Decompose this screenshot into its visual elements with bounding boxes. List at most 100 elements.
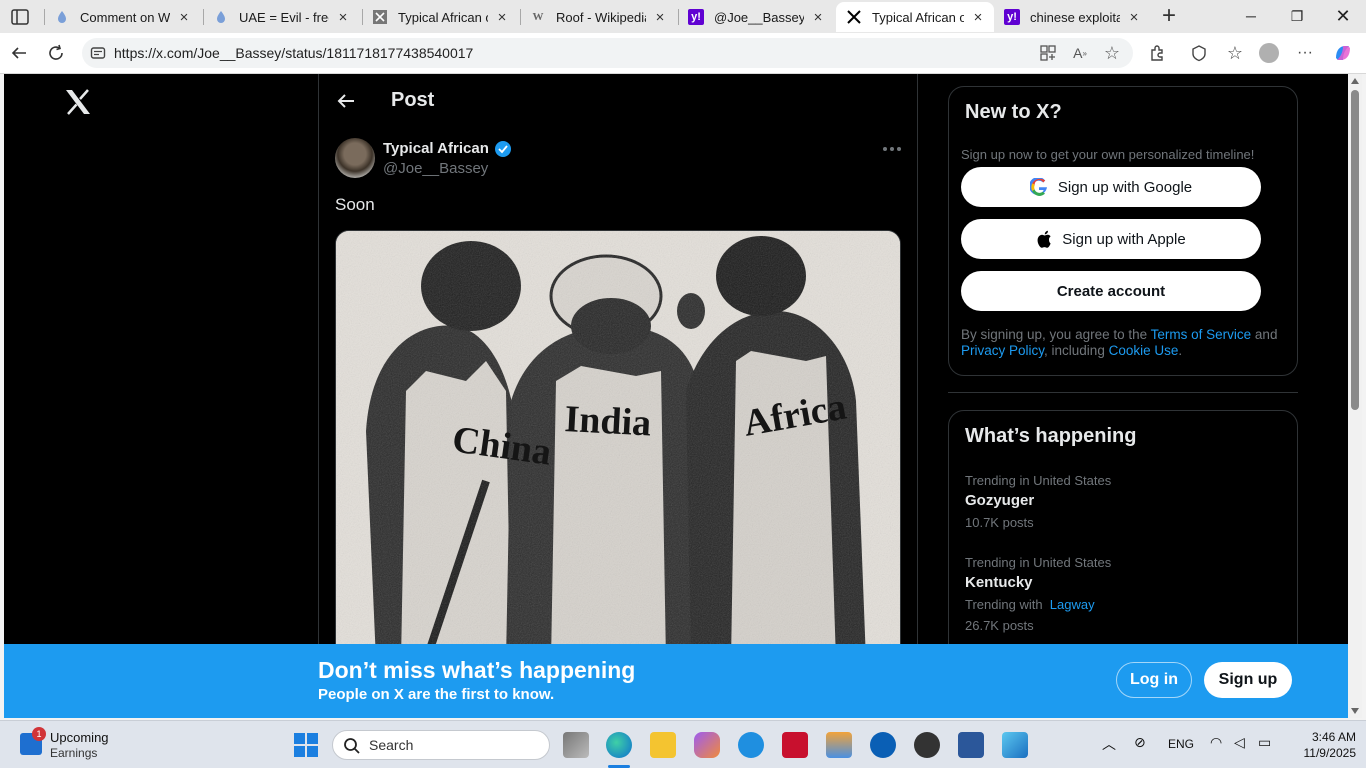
tab-title: Comment on Why — [80, 9, 170, 25]
close-icon[interactable]: × — [335, 9, 351, 26]
scroll-up-icon[interactable] — [1351, 78, 1359, 84]
close-icon[interactable]: × — [494, 9, 510, 26]
clock-date: 11/9/2025 — [1303, 746, 1357, 760]
profile-avatar-icon[interactable] — [1258, 42, 1280, 64]
close-window-icon[interactable]: ✕ — [1332, 5, 1354, 27]
close-icon[interactable]: × — [810, 9, 826, 26]
browser-tab-active[interactable]: Typical African on × — [836, 2, 994, 32]
trend-item[interactable]: Trending in United States Gozyuger 10.7K… — [965, 473, 1111, 530]
location-icon[interactable]: ⊘ — [1134, 734, 1146, 751]
word-icon[interactable] — [958, 732, 984, 758]
signup-apple-button[interactable]: Sign up with Apple — [961, 219, 1261, 259]
signup-button[interactable]: Sign up — [1204, 662, 1292, 698]
x-post-page: Post Typical African @Joe__Bassey Soon C… — [4, 74, 1348, 644]
browser-essentials-icon[interactable] — [1188, 42, 1210, 64]
browser-tab[interactable]: UAE = Evil - freeth × — [203, 2, 359, 32]
mcafee-icon[interactable] — [782, 732, 808, 758]
volume-icon[interactable]: ◁ — [1234, 734, 1245, 751]
minimize-icon[interactable]: ─ — [1240, 5, 1262, 27]
site-info-icon[interactable] — [90, 45, 106, 61]
scrollbar-thumb[interactable] — [1351, 90, 1359, 410]
close-icon[interactable]: × — [1126, 9, 1142, 26]
microsoft-store-icon[interactable] — [826, 732, 852, 758]
author-name[interactable]: Typical African — [383, 140, 489, 157]
doc-icon — [213, 9, 229, 25]
favorite-star-icon[interactable]: ☆ — [1102, 43, 1122, 63]
yahoo-icon: y! — [688, 9, 704, 25]
hp-icon[interactable] — [870, 732, 896, 758]
terms-of-service-link[interactable]: Terms of Service — [1151, 327, 1252, 342]
image-label-india: India — [564, 398, 653, 444]
back-arrow-icon[interactable] — [335, 90, 357, 112]
wifi-icon[interactable]: ◠ — [1210, 734, 1222, 751]
maximize-icon[interactable]: ❐ — [1286, 5, 1308, 27]
copilot-icon[interactable] — [1332, 42, 1354, 64]
trends-card: What’s happening Trending in United Stat… — [948, 410, 1298, 644]
browser-tab[interactable]: Comment on Why × — [44, 2, 200, 32]
tab-title: chinese exploitatio — [1030, 9, 1120, 25]
start-windows-icon[interactable] — [294, 733, 318, 757]
browser-tab[interactable]: W Roof - Wikipedia × — [520, 2, 676, 32]
clock-time: 3:46 AM — [1311, 730, 1356, 744]
close-icon[interactable]: × — [176, 9, 192, 26]
back-icon[interactable] — [8, 42, 30, 64]
copilot-app-icon[interactable] — [694, 732, 720, 758]
close-icon[interactable]: × — [652, 9, 668, 26]
signup-apple-label: Sign up with Apple — [1062, 230, 1186, 248]
more-options-icon[interactable] — [881, 140, 903, 158]
scroll-down-icon[interactable] — [1351, 708, 1359, 714]
task-view-icon[interactable] — [563, 732, 589, 758]
taskbar-search[interactable]: Search — [332, 730, 550, 760]
author-handle[interactable]: @Joe__Bassey — [383, 160, 488, 177]
browser-tab[interactable]: Typical African on × — [362, 2, 518, 32]
new-tab-button[interactable]: + — [1158, 4, 1180, 28]
edge-browser-icon[interactable] — [606, 732, 632, 758]
trend-count: 26.7K posts — [965, 618, 1034, 633]
trend-context: Trending in United States — [965, 555, 1112, 570]
file-explorer-icon[interactable] — [650, 732, 676, 758]
read-aloud-icon[interactable]: A» — [1070, 43, 1090, 63]
widgets-button[interactable]: 1 Upcoming Earnings — [20, 727, 130, 761]
photos-icon[interactable] — [1002, 732, 1028, 758]
system-clock[interactable]: 3:46 AM 11/9/2025 — [1286, 729, 1357, 761]
app-available-icon[interactable] — [1038, 43, 1058, 63]
address-bar[interactable]: https://x.com/Joe__Bassey/status/1811718… — [82, 38, 1133, 68]
widget-subtitle: Earnings — [50, 746, 98, 760]
privacy-policy-link[interactable]: Privacy Policy — [961, 343, 1044, 358]
sidebar-divider — [948, 392, 1298, 393]
language-indicator[interactable]: ENG — [1168, 737, 1194, 751]
show-hidden-icons-icon[interactable]: ︿ — [1102, 734, 1116, 754]
login-button[interactable]: Log in — [1116, 662, 1192, 698]
settings-more-icon[interactable]: ··· — [1294, 42, 1316, 64]
browser-tab[interactable]: y! chinese exploitatio × — [994, 2, 1150, 32]
post-image[interactable]: China India Africa — [335, 230, 901, 644]
page-scrollbar[interactable] — [1348, 74, 1362, 718]
author-avatar[interactable] — [335, 138, 375, 178]
get-help-icon[interactable] — [738, 732, 764, 758]
signup-card: New to X? Sign up now to get your own pe… — [948, 86, 1298, 376]
trend-item[interactable]: Trending in United States Kentucky Trend… — [965, 555, 1111, 633]
url-text[interactable]: https://x.com/Joe__Bassey/status/1811718… — [114, 45, 473, 61]
x-icon — [372, 9, 388, 25]
create-account-button[interactable]: Create account — [961, 271, 1261, 311]
browser-tab[interactable]: y! @Joe__Bassey, chi × — [678, 2, 834, 32]
browser-tab-strip: Comment on Why × UAE = Evil - freeth × T… — [0, 0, 1366, 33]
x-logo-icon[interactable] — [64, 88, 92, 116]
google-icon — [1029, 178, 1047, 196]
extensions-icon[interactable] — [1146, 42, 1168, 64]
signup-google-button[interactable]: Sign up with Google — [961, 167, 1261, 207]
refresh-icon[interactable] — [45, 42, 67, 64]
apple-icon — [1037, 230, 1051, 248]
close-icon[interactable]: × — [970, 9, 986, 26]
trend-with-link[interactable]: Lagway — [1050, 597, 1095, 612]
tab-actions-icon[interactable] — [10, 7, 30, 27]
tab-title: Typical African on — [872, 9, 964, 25]
favorites-icon[interactable]: ☆ — [1224, 42, 1246, 64]
windows-taskbar: 1 Upcoming Earnings Search ︿ ⊘ ENG ◠ ◁ ▭… — [0, 720, 1366, 768]
cookie-use-link[interactable]: Cookie Use — [1109, 343, 1179, 358]
tab-title: @Joe__Bassey, chi — [714, 9, 804, 25]
tab-title: Roof - Wikipedia — [556, 9, 646, 25]
media-player-icon[interactable] — [914, 732, 940, 758]
trend-name: Gozyuger — [965, 492, 1035, 509]
battery-icon[interactable]: ▭ — [1258, 734, 1271, 751]
